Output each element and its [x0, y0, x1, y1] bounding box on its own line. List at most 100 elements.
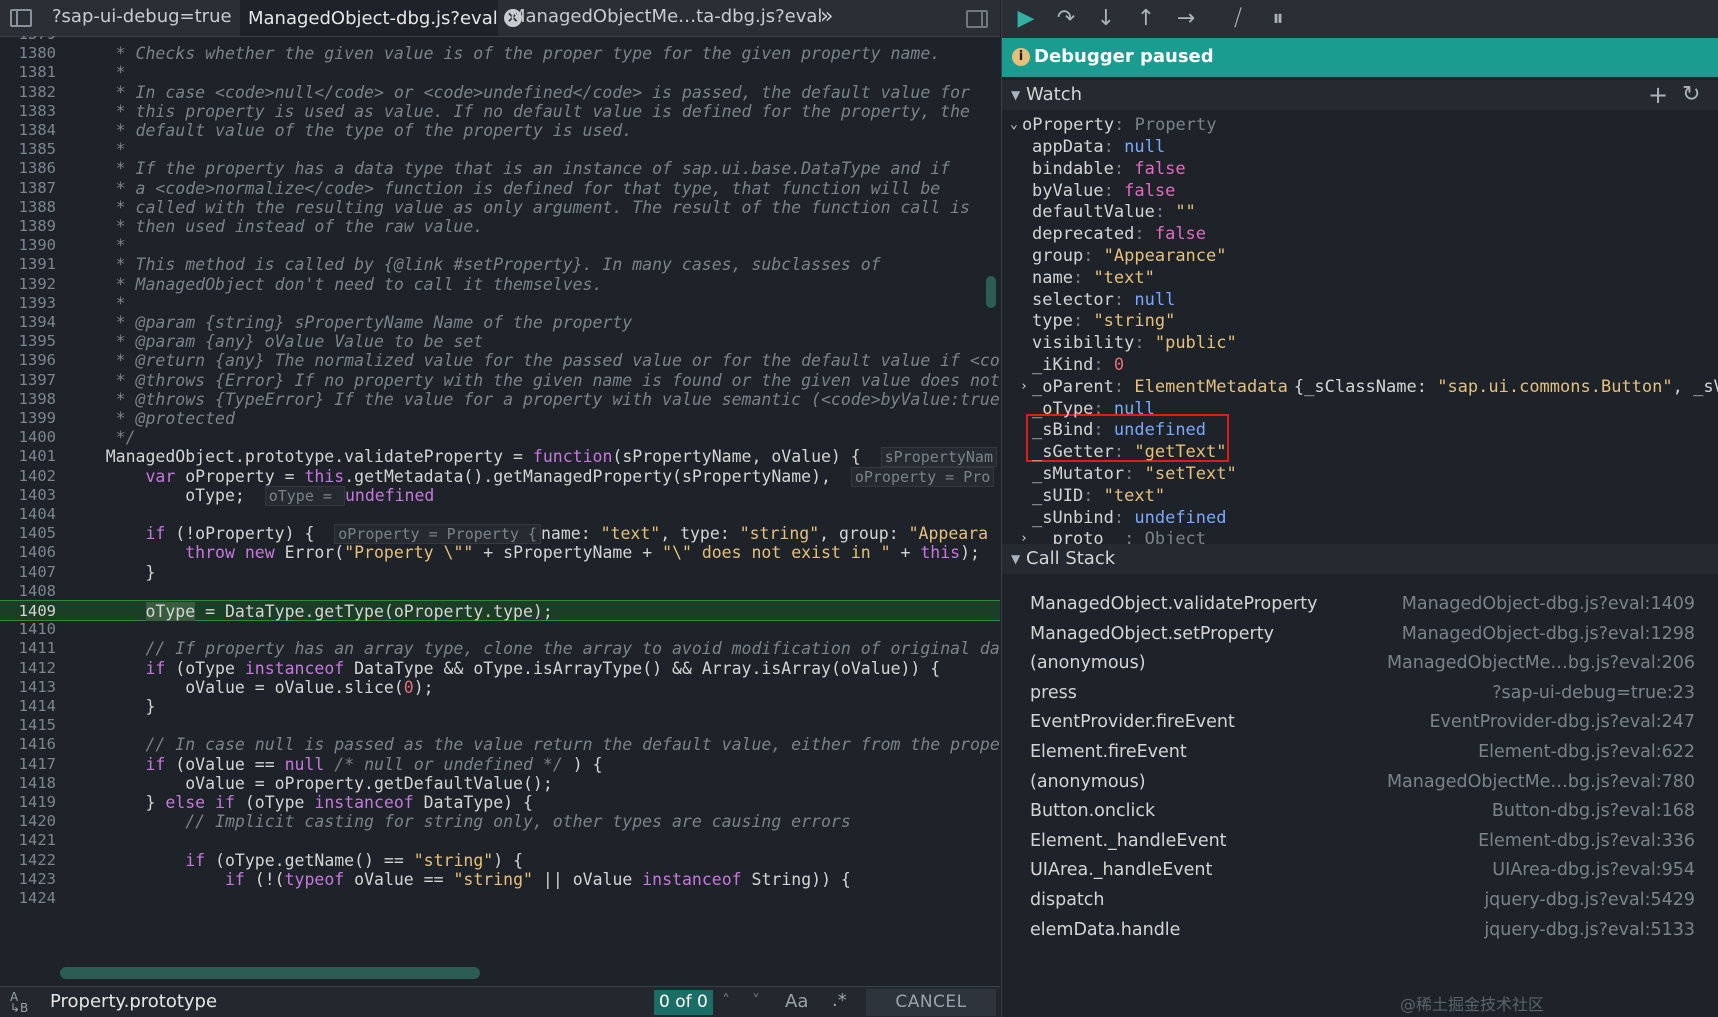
watch-property-row[interactable]: › _oParent: ElementMetadata {_sClassName: … — [1002, 376, 1718, 398]
watch-property-row[interactable]: byValue: false — [1002, 180, 1718, 202]
line-number[interactable]: 1413 — [0, 677, 56, 698]
pause-on-exceptions-icon[interactable]: ⏸ — [1264, 5, 1292, 33]
call-frame[interactable]: UIArea._handleEvent UIArea-dbg.js?eval:95… — [1002, 856, 1718, 885]
line-number[interactable]: 1383 — [0, 101, 56, 122]
line-number[interactable]: 1424 — [0, 888, 56, 909]
code-line[interactable]: 1424 — [0, 888, 1000, 909]
watch-property-row[interactable]: selector: null — [1002, 289, 1718, 311]
code-line[interactable]: 1382 * In case <code>null</code> or <cod… — [0, 82, 1000, 103]
code-line[interactable]: 1403 oType; oType = undefined — [0, 485, 1000, 506]
expanded-chevron-icon[interactable]: ⌄ — [1010, 114, 1018, 136]
call-frame-location[interactable]: Element-dbg.js?eval:622 — [1478, 738, 1695, 767]
code-line[interactable]: 1400 */ — [0, 427, 1000, 448]
code-line[interactable]: 1405 if (!oProperty) { oProperty = Prope… — [0, 523, 1000, 545]
code-line[interactable]: 1413 oValue = oValue.slice(0); — [0, 677, 1000, 698]
code-line[interactable]: 1392 * ManagedObject don't need to call … — [0, 274, 1000, 295]
code-line[interactable]: 1411 // If property has an array type, c… — [0, 638, 1000, 659]
step-over-icon[interactable]: ↷ — [1052, 5, 1080, 33]
call-frame-location[interactable]: ManagedObjectMe…bg.js?eval:780 — [1387, 768, 1695, 797]
line-number[interactable]: 1411 — [0, 638, 56, 659]
watch-property-row[interactable]: _sGetter: "getText" — [1002, 441, 1718, 463]
line-number[interactable]: 1397 — [0, 370, 56, 391]
line-number[interactable]: 1381 — [0, 62, 56, 83]
call-frame-location[interactable]: ?sap-ui-debug=true:23 — [1492, 679, 1695, 708]
more-tabs-icon[interactable]: » — [820, 4, 833, 29]
code-line[interactable]: 1399 * @protected — [0, 408, 1000, 429]
code-view[interactable]: 13791380 * Checks whether the given valu… — [0, 36, 1000, 986]
call-frame-location[interactable]: EventProvider-dbg.js?eval:247 — [1429, 708, 1695, 737]
line-number[interactable]: 1408 — [0, 581, 56, 602]
watch-property-row[interactable]: _oType: null — [1002, 398, 1718, 420]
line-number[interactable]: 1386 — [0, 158, 56, 179]
callstack-section-header[interactable]: ▼ Call Stack — [1002, 544, 1718, 574]
code-line[interactable]: 1396 * @return {any} The normalized valu… — [0, 350, 1000, 371]
line-number[interactable]: 1395 — [0, 331, 56, 352]
call-frame-location[interactable]: jquery-dbg.js?eval:5133 — [1484, 916, 1695, 945]
line-number[interactable]: 1422 — [0, 850, 56, 871]
line-number[interactable]: 1416 — [0, 734, 56, 755]
watch-root[interactable]: ⌄ oProperty: Property — [1002, 114, 1718, 136]
code-line[interactable]: 1387 * a <code>normalize</code> function… — [0, 178, 1000, 199]
line-number[interactable]: 1417 — [0, 754, 56, 775]
code-line[interactable]: 1380 * Checks whether the given value is… — [0, 43, 1000, 64]
call-frame[interactable]: press ?sap-ui-debug=true:23 — [1002, 679, 1718, 708]
line-number[interactable]: 1400 — [0, 427, 56, 448]
line-number[interactable]: 1382 — [0, 82, 56, 103]
line-number[interactable]: 1407 — [0, 562, 56, 583]
code-line[interactable]: 1421 — [0, 830, 1000, 851]
watch-section-header[interactable]: ▼ Watch + ↻ — [1002, 80, 1718, 110]
call-frame[interactable]: (anonymous) ManagedObjectMe…bg.js?eval:78… — [1002, 768, 1718, 797]
code-line[interactable]: 1404 — [0, 504, 1000, 525]
call-frame[interactable]: dispatch jquery-dbg.js?eval:5429 — [1002, 886, 1718, 915]
code-line[interactable]: 1388 * called with the resulting value a… — [0, 197, 1000, 218]
line-number[interactable]: 1384 — [0, 120, 56, 141]
watch-property-row[interactable]: type: "string" — [1002, 310, 1718, 332]
watch-property-row[interactable]: _sUnbind: undefined — [1002, 507, 1718, 529]
code-line[interactable]: 1416 // In case null is passed as the va… — [0, 734, 1000, 755]
code-line[interactable]: 1398 * @throws {TypeError} If the value … — [0, 389, 1000, 410]
watch-property-row[interactable]: _sUID: "text" — [1002, 485, 1718, 507]
tab-managedobjectmetadata-dbg[interactable]: ManagedObjectMe…ta-dbg.js?eval — [502, 0, 830, 36]
watch-property-row[interactable]: _iKind: 0 — [1002, 354, 1718, 376]
line-number[interactable]: 1389 — [0, 216, 56, 237]
code-line[interactable]: 1401 ManagedObject.prototype.validatePro… — [0, 446, 1000, 468]
line-number[interactable]: 1401 — [0, 446, 56, 467]
call-frame[interactable]: Button.onclick Button-dbg.js?eval:168 — [1002, 797, 1718, 826]
line-number[interactable]: 1412 — [0, 658, 56, 679]
watch-property-row[interactable]: appData: null — [1002, 136, 1718, 158]
line-number[interactable]: 1385 — [0, 139, 56, 160]
code-line[interactable]: 1393 * — [0, 293, 1000, 314]
code-line[interactable]: 1408 — [0, 581, 1000, 602]
deactivate-breakpoints-icon[interactable]: ⧸ — [1224, 5, 1252, 33]
line-number[interactable]: 1392 — [0, 274, 56, 295]
resume-icon[interactable]: ▶ — [1012, 5, 1040, 33]
call-frame[interactable]: ManagedObject.setProperty ManagedObject-d… — [1002, 620, 1718, 649]
code-line[interactable]: 1419 } else if (oType instanceof DataTyp… — [0, 792, 1000, 813]
match-case-button[interactable]: Aa — [785, 991, 808, 1012]
call-frame-location[interactable]: UIArea-dbg.js?eval:954 — [1492, 856, 1695, 885]
line-number[interactable]: 1390 — [0, 235, 56, 256]
line-number[interactable]: 1403 — [0, 485, 56, 506]
line-number[interactable]: 1394 — [0, 312, 56, 333]
watch-property-row[interactable]: group: "Appearance" — [1002, 245, 1718, 267]
refresh-watch-icon[interactable]: ↻ — [1682, 80, 1700, 110]
step-out-icon[interactable]: ↑ — [1132, 5, 1160, 33]
code-line[interactable]: 1386 * If the property has a data type t… — [0, 158, 1000, 179]
code-line[interactable]: 1397 * @throws {Error} If no property wi… — [0, 370, 1000, 391]
line-number[interactable]: 1388 — [0, 197, 56, 218]
cancel-search-button[interactable]: CANCEL — [866, 989, 996, 1016]
line-number[interactable]: 1418 — [0, 773, 56, 794]
code-line[interactable]: 1406 throw new Error("Property \"" + sPr… — [0, 542, 1000, 563]
line-number[interactable]: 1423 — [0, 869, 56, 890]
call-frame[interactable]: Element.fireEvent Element-dbg.js?eval:622 — [1002, 738, 1718, 767]
code-line[interactable]: 1394 * @param {string} sPropertyName Nam… — [0, 312, 1000, 333]
line-number[interactable]: 1414 — [0, 696, 56, 717]
call-frame-location[interactable]: ManagedObject-dbg.js?eval:1298 — [1402, 620, 1695, 649]
line-number[interactable]: 1380 — [0, 43, 56, 64]
add-watch-icon[interactable]: + — [1648, 80, 1668, 110]
code-line[interactable]: 1383 * this property is used as value. I… — [0, 101, 1000, 122]
code-line[interactable]: 1415 — [0, 715, 1000, 736]
watch-property-row[interactable]: _sBind: undefined — [1002, 419, 1718, 441]
line-number[interactable]: 1405 — [0, 523, 56, 544]
call-frame-location[interactable]: Button-dbg.js?eval:168 — [1492, 797, 1695, 826]
